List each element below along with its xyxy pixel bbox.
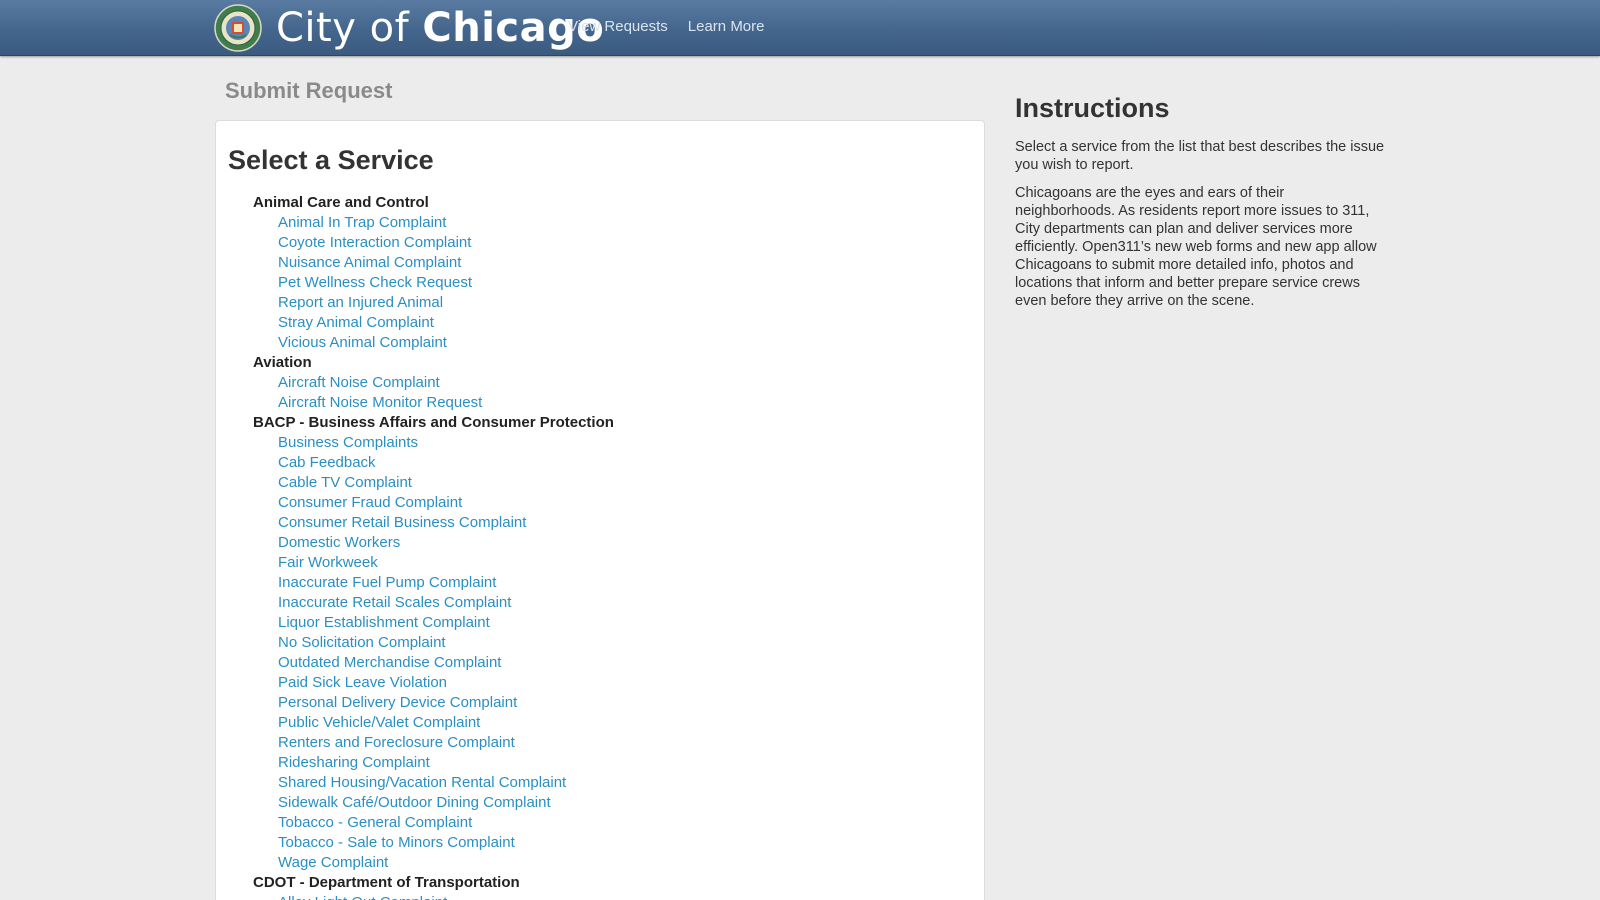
service-link[interactable]: Public Vehicle/Valet Complaint bbox=[278, 714, 480, 731]
service-link[interactable]: Cab Feedback bbox=[278, 454, 376, 471]
service-link[interactable]: Coyote Interaction Complaint bbox=[278, 234, 471, 251]
service-link[interactable]: Business Complaints bbox=[278, 434, 418, 451]
list-item: Inaccurate Retail Scales Complaint bbox=[278, 593, 614, 613]
service-link[interactable]: Stray Animal Complaint bbox=[278, 314, 434, 331]
list-item: Domestic Workers bbox=[278, 533, 614, 553]
service-link[interactable]: Inaccurate Fuel Pump Complaint bbox=[278, 574, 496, 591]
list-item: Fair Workweek bbox=[278, 553, 614, 573]
page-title: Submit Request bbox=[225, 78, 393, 103]
top-navbar: City of Chicago View Requests Learn More bbox=[0, 0, 1600, 56]
list-item: Business Complaints bbox=[278, 433, 614, 453]
list-item: Aircraft Noise Complaint bbox=[278, 373, 614, 393]
panel-title: Select a Service bbox=[228, 145, 434, 175]
service-link[interactable]: Wage Complaint bbox=[278, 854, 388, 871]
instructions-panel: Instructions Select a service from the l… bbox=[1015, 92, 1385, 320]
service-link[interactable]: Cable TV Complaint bbox=[278, 474, 412, 491]
city-seal-icon bbox=[214, 4, 262, 52]
department-group: Animal Care and Control Animal In Trap Co… bbox=[253, 193, 614, 353]
instructions-title: Instructions bbox=[1015, 93, 1170, 123]
service-link[interactable]: Liquor Establishment Complaint bbox=[278, 614, 490, 631]
service-link[interactable]: Fair Workweek bbox=[278, 554, 378, 571]
list-item: Shared Housing/Vacation Rental Complaint bbox=[278, 773, 614, 793]
service-link[interactable]: Aircraft Noise Monitor Request bbox=[278, 394, 482, 411]
nav-view-requests[interactable]: View Requests bbox=[568, 17, 668, 37]
department-heading: Animal Care and Control bbox=[253, 194, 429, 211]
list-item: Wage Complaint bbox=[278, 853, 614, 873]
service-link[interactable]: Ridesharing Complaint bbox=[278, 754, 430, 771]
list-item: Alley Light Out Complaint bbox=[278, 893, 614, 900]
list-item: Ridesharing Complaint bbox=[278, 753, 614, 773]
list-item: Stray Animal Complaint bbox=[278, 313, 614, 333]
brand-title: City of Chicago bbox=[276, 4, 604, 52]
list-item: Public Vehicle/Valet Complaint bbox=[278, 713, 614, 733]
list-item: Vicious Animal Complaint bbox=[278, 333, 614, 353]
service-link[interactable]: Animal In Trap Complaint bbox=[278, 214, 446, 231]
list-item: Aircraft Noise Monitor Request bbox=[278, 393, 614, 413]
service-link[interactable]: Consumer Fraud Complaint bbox=[278, 494, 462, 511]
department-heading: Aviation bbox=[253, 354, 312, 371]
nav-learn-more[interactable]: Learn More bbox=[688, 17, 765, 37]
list-item: Liquor Establishment Complaint bbox=[278, 613, 614, 633]
brand-title-light: City of bbox=[276, 5, 423, 51]
list-item: Sidewalk Café/Outdoor Dining Complaint bbox=[278, 793, 614, 813]
list-item: Animal In Trap Complaint bbox=[278, 213, 614, 233]
service-link[interactable]: Paid Sick Leave Violation bbox=[278, 674, 447, 691]
service-link[interactable]: Inaccurate Retail Scales Complaint bbox=[278, 594, 511, 611]
list-item: Tobacco - General Complaint bbox=[278, 813, 614, 833]
list-item: Tobacco - Sale to Minors Complaint bbox=[278, 833, 614, 853]
list-item: Report an Injured Animal bbox=[278, 293, 614, 313]
service-link[interactable]: No Solicitation Complaint bbox=[278, 634, 446, 651]
instructions-paragraph: Chicagoans are the eyes and ears of thei… bbox=[1015, 185, 1377, 309]
service-link[interactable]: Sidewalk Café/Outdoor Dining Complaint bbox=[278, 794, 551, 811]
list-item: Inaccurate Fuel Pump Complaint bbox=[278, 573, 614, 593]
service-link[interactable]: Tobacco - Sale to Minors Complaint bbox=[278, 834, 515, 851]
service-link[interactable]: Personal Delivery Device Complaint bbox=[278, 694, 517, 711]
list-item: Nuisance Animal Complaint bbox=[278, 253, 614, 273]
department-group: Aviation Aircraft Noise Complaint Aircraft… bbox=[253, 353, 614, 413]
department-group: CDOT - Department of Transportation Alley… bbox=[253, 873, 614, 900]
service-sublist: Aircraft Noise Complaint Aircraft Noise M… bbox=[253, 373, 614, 413]
list-item: Paid Sick Leave Violation bbox=[278, 673, 614, 693]
service-link[interactable]: Outdated Merchandise Complaint bbox=[278, 654, 501, 671]
service-sublist: Animal In Trap Complaint Coyote Interacti… bbox=[253, 213, 614, 353]
service-link[interactable]: Vicious Animal Complaint bbox=[278, 334, 447, 351]
instructions-paragraph: Select a service from the list that best… bbox=[1015, 139, 1385, 173]
service-link[interactable]: Renters and Foreclosure Complaint bbox=[278, 734, 515, 751]
list-item: No Solicitation Complaint bbox=[278, 633, 614, 653]
home-link[interactable]: City of Chicago bbox=[214, 4, 604, 52]
service-link[interactable]: Domestic Workers bbox=[278, 534, 400, 551]
service-link[interactable]: Pet Wellness Check Request bbox=[278, 274, 472, 291]
list-item: Cab Feedback bbox=[278, 453, 614, 473]
list-item: Consumer Fraud Complaint bbox=[278, 493, 614, 513]
service-sublist: Business Complaints Cab Feedback Cable TV … bbox=[253, 433, 614, 873]
list-item: Personal Delivery Device Complaint bbox=[278, 693, 614, 713]
list-item: Consumer Retail Business Complaint bbox=[278, 513, 614, 533]
service-link[interactable]: Shared Housing/Vacation Rental Complaint bbox=[278, 774, 566, 791]
list-item: Coyote Interaction Complaint bbox=[278, 233, 614, 253]
department-heading: CDOT - Department of Transportation bbox=[253, 874, 520, 891]
service-link[interactable]: Alley Light Out Complaint bbox=[278, 894, 447, 900]
service-panel: Select a Service Animal Care and Control… bbox=[215, 120, 985, 900]
list-item: Pet Wellness Check Request bbox=[278, 273, 614, 293]
service-link[interactable]: Tobacco - General Complaint bbox=[278, 814, 472, 831]
service-link[interactable]: Consumer Retail Business Complaint bbox=[278, 514, 526, 531]
service-list: Animal Care and Control Animal In Trap Co… bbox=[253, 193, 614, 900]
service-link[interactable]: Report an Injured Animal bbox=[278, 294, 443, 311]
department-heading: BACP - Business Affairs and Consumer Pro… bbox=[253, 414, 614, 431]
service-link[interactable]: Aircraft Noise Complaint bbox=[278, 374, 440, 391]
service-sublist: Alley Light Out Complaint bbox=[253, 893, 614, 900]
department-group: BACP - Business Affairs and Consumer Pro… bbox=[253, 413, 614, 873]
list-item: Outdated Merchandise Complaint bbox=[278, 653, 614, 673]
service-link[interactable]: Nuisance Animal Complaint bbox=[278, 254, 461, 271]
list-item: Renters and Foreclosure Complaint bbox=[278, 733, 614, 753]
main-nav: View Requests Learn More bbox=[568, 17, 765, 37]
list-item: Cable TV Complaint bbox=[278, 473, 614, 493]
